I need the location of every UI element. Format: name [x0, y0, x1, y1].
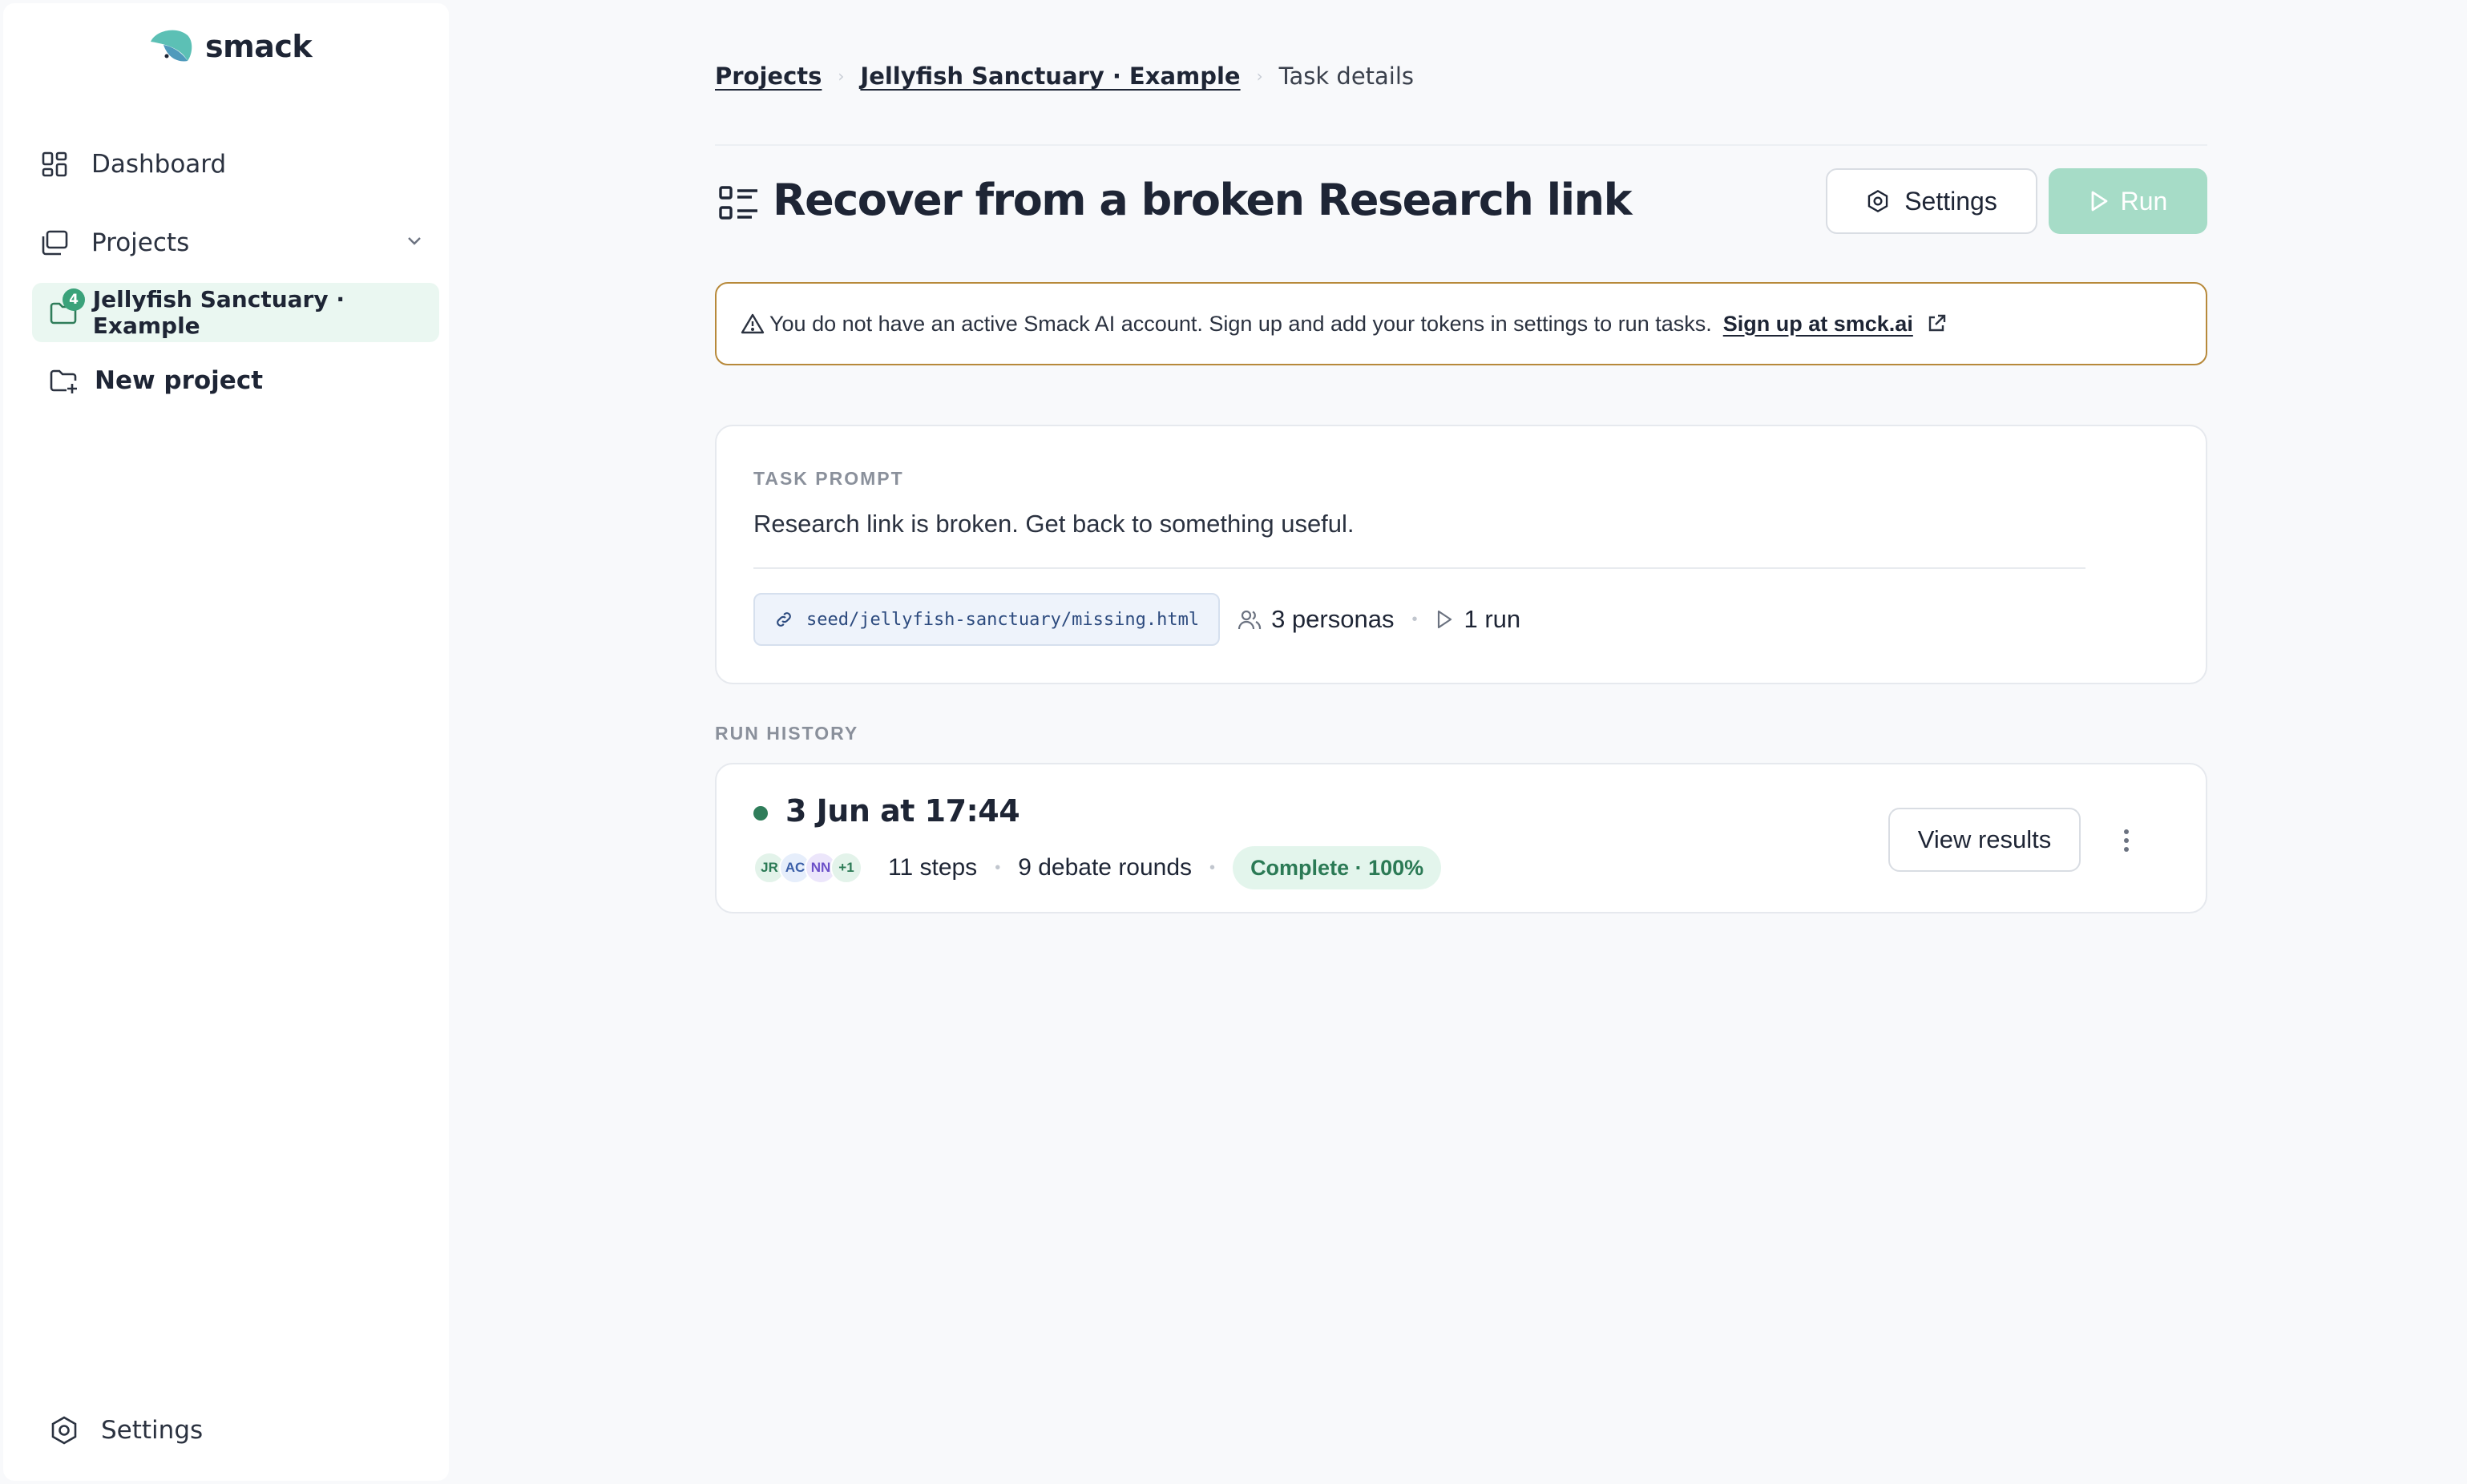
breadcrumb-project-link[interactable]: Jellyfish Sanctuary · Example [860, 63, 1240, 90]
sidebar-item-settings[interactable]: Settings [32, 1401, 439, 1460]
task-meta-row: seed/jellyfish-sanctuary/missing.html 3 … [753, 593, 1520, 646]
seed-url-chip[interactable]: seed/jellyfish-sanctuary/missing.html [753, 593, 1221, 646]
settings-icon [48, 1414, 80, 1446]
run-history-label: RUN HISTORY [715, 723, 859, 744]
page-title: Recover from a broken Research link [773, 175, 1632, 225]
alert-message: You do not have an active Smack AI accou… [769, 311, 1712, 336]
signup-link[interactable]: Sign up at smck.ai [1723, 312, 1913, 337]
runs-count: 1 run [1435, 605, 1520, 634]
view-results-button[interactable]: View results [1888, 808, 2081, 872]
folder-plus-icon [48, 365, 80, 397]
external-link-icon[interactable] [1926, 313, 1947, 334]
run-date: 3 Jun at 17:44 [785, 793, 1020, 829]
title-row: Recover from a broken Research link Sett… [715, 168, 2207, 236]
meta-separator: • [995, 858, 1001, 877]
runs-label: 1 run [1464, 605, 1521, 633]
play-icon [2089, 190, 2110, 212]
task-prompt-card: TASK PROMPT Research link is broken. Get… [715, 425, 2207, 684]
users-icon [1238, 608, 1262, 631]
seed-url-text: seed/jellyfish-sanctuary/missing.html [806, 609, 1200, 630]
personas-label: 3 personas [1271, 605, 1395, 633]
run-debate-rounds: 9 debate rounds [1018, 854, 1193, 881]
meta-separator: • [1411, 610, 1418, 628]
sidebar-item-dashboard[interactable]: Dashboard [32, 135, 439, 194]
sidebar: smack Dashboard Projects 4 Jellyfish San… [3, 3, 449, 1481]
brand-logo[interactable]: smack [147, 27, 313, 66]
sidebar-item-projects[interactable]: Projects [32, 213, 439, 272]
header-divider [715, 144, 2207, 146]
projects-icon [38, 227, 71, 259]
breadcrumb-projects-link[interactable]: Projects [715, 63, 822, 90]
task-settings-button[interactable]: Settings [1826, 168, 2037, 234]
task-prompt-text: Research link is broken. Get back to som… [753, 510, 1355, 538]
task-list-icon [718, 184, 760, 223]
sidebar-item-jellyfish-sanctuary[interactable]: 4 Jellyfish Sanctuary · Example [32, 283, 439, 342]
avatar-overflow: +1 [830, 852, 862, 884]
sidebar-item-label: Settings [101, 1416, 204, 1445]
new-project-label: New project [95, 366, 264, 395]
run-button[interactable]: Run [2049, 168, 2207, 234]
persona-avatars: JR AC NN +1 [753, 852, 862, 884]
chevron-down-icon[interactable] [404, 231, 425, 252]
warning-icon [741, 313, 765, 335]
more-options-icon[interactable] [2113, 827, 2140, 854]
project-count-badge: 4 [63, 288, 85, 311]
meta-separator: • [1209, 858, 1216, 877]
play-icon [1435, 609, 1454, 630]
breadcrumb-current: Task details [1278, 63, 1415, 90]
sidebar-item-label: Projects [91, 228, 190, 257]
run-status-dot [753, 806, 768, 821]
smack-logo-icon [147, 27, 194, 66]
breadcrumb: Projects › Jellyfish Sanctuary · Example… [715, 63, 1414, 90]
breadcrumb-separator: › [838, 67, 845, 86]
dashboard-icon [38, 148, 71, 180]
run-history-item: 3 Jun at 17:44 JR AC NN +1 11 steps • 9 … [715, 763, 2207, 913]
new-project-button[interactable]: New project [32, 351, 439, 410]
sidebar-item-label: Dashboard [91, 150, 227, 179]
sidebar-item-label: Jellyfish Sanctuary · Example [92, 286, 345, 339]
run-steps: 11 steps [888, 854, 978, 881]
run-meta-row: JR AC NN +1 11 steps • 9 debate rounds •… [753, 846, 1442, 889]
settings-button-label: Settings [1904, 186, 1997, 216]
folder-icon: 4 [48, 288, 85, 329]
personas-count: 3 personas [1238, 605, 1394, 634]
brand-name: smack [205, 29, 313, 64]
prompt-divider [753, 567, 2085, 569]
task-prompt-label: TASK PROMPT [753, 468, 904, 489]
run-button-label: Run [2120, 186, 2168, 216]
link-icon [774, 610, 793, 629]
breadcrumb-separator: › [1256, 67, 1263, 86]
account-warning-alert: You do not have an active Smack AI accou… [715, 282, 2207, 365]
status-badge: Complete · 100% [1233, 846, 1442, 889]
settings-icon [1866, 189, 1890, 213]
